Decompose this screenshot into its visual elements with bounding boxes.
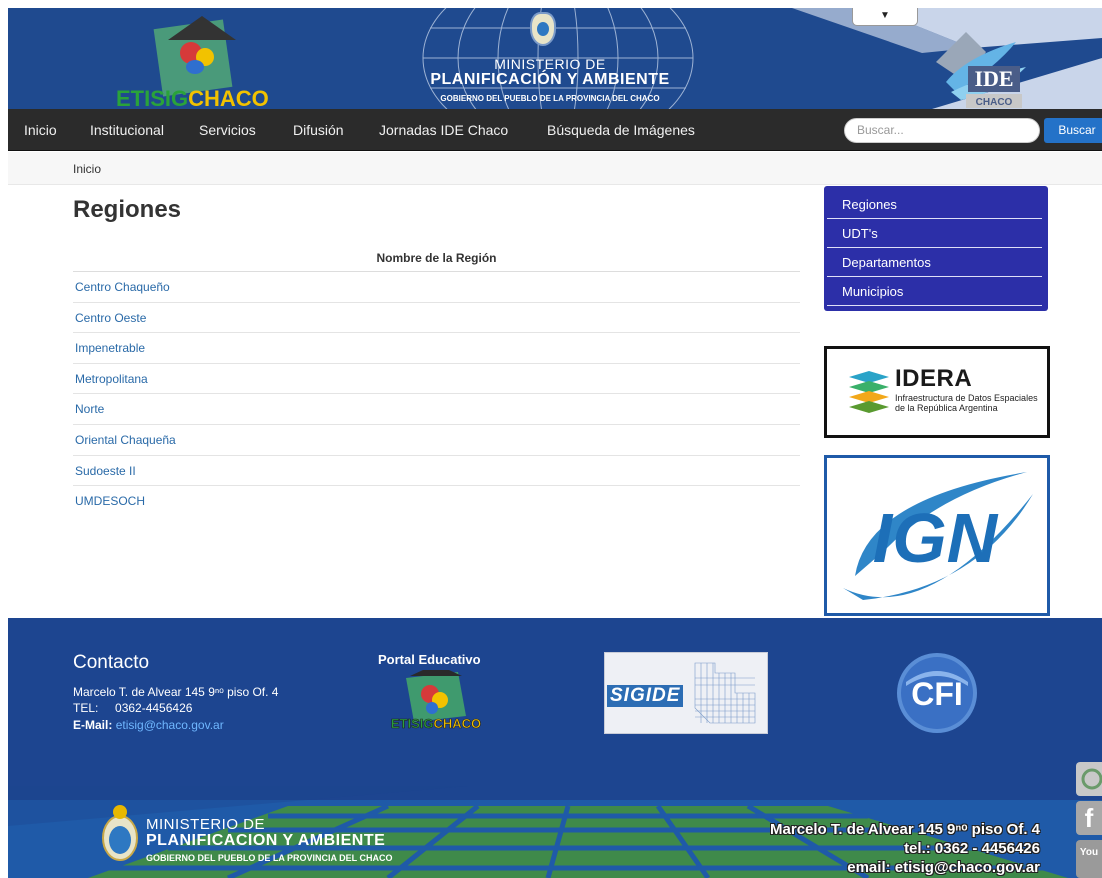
facebook-glyph: f	[1084, 803, 1094, 833]
bottom-address: Marcelo T. de Alvear 145 9ⁿᵒ piso Of. 4	[770, 821, 1040, 838]
region-link[interactable]: Metropolitana	[73, 364, 800, 395]
sigide-banner[interactable]: SIGIDE	[604, 652, 768, 734]
youtube-icon[interactable]: You	[1076, 840, 1102, 878]
contact-tel: TEL: 0362-4456426	[73, 701, 192, 715]
side-menu-departamentos[interactable]: Departamentos	[827, 248, 1042, 277]
portal-wordmark-etisig: ETISIG	[391, 716, 434, 731]
ign-text: IGN	[873, 499, 999, 577]
search-button[interactable]: Buscar	[1044, 118, 1102, 143]
cfi-text: CFI	[911, 676, 963, 712]
bottom-ministry-line2: PLANIFICACION Y AMBIENTE	[146, 832, 386, 849]
ide-sub-text: CHACO	[976, 97, 1013, 108]
social-ring-icon	[1081, 768, 1102, 790]
sigide-text: SIGIDE	[607, 685, 684, 707]
contact-email-label: E-Mail:	[73, 718, 113, 732]
region-link[interactable]: Sudoeste II	[73, 456, 800, 487]
contact-email-line: E-Mail: etisig@chaco.gov.ar	[73, 718, 224, 732]
idera-banner[interactable]: IDERA Infraestructura de Datos Espaciale…	[824, 346, 1050, 438]
facebook-icon[interactable]: f	[1076, 801, 1102, 835]
breadcrumb-bar: Inicio	[8, 152, 1102, 185]
ministry-line2: PLANIFICACIÓN Y AMBIENTE	[430, 71, 670, 88]
wordmark-chaco: CHACO	[188, 86, 269, 109]
portal-educativo-logo[interactable]: ETISIGCHACO	[380, 670, 492, 732]
youtube-glyph: You	[1079, 847, 1099, 858]
contact-tel-label: TEL:	[73, 701, 99, 715]
portal-wordmark-chaco: CHACO	[433, 716, 481, 731]
portal-educativo-title: Portal Educativo	[378, 652, 481, 667]
bottom-ministry-line1: MINISTERIO DE	[146, 816, 266, 833]
header-dropdown-toggle[interactable]: ▼	[852, 8, 918, 26]
social-other-icon[interactable]	[1076, 762, 1102, 796]
chevron-down-icon: ▼	[880, 10, 890, 21]
idera-layers-icon	[849, 371, 889, 413]
etisig-chaco-wordmark: ETISIGCHACO	[116, 86, 269, 109]
nav-item-institucional[interactable]: Institucional	[90, 109, 164, 151]
main-navigation: Inicio Institucional Servicios Difusión …	[8, 109, 1102, 151]
nav-item-jornadas[interactable]: Jornadas IDE Chaco	[379, 109, 508, 151]
idera-subtitle-2: de la República Argentina	[895, 403, 998, 413]
breadcrumb-inicio[interactable]: Inicio	[73, 162, 101, 176]
side-menu-municipios[interactable]: Municipios	[827, 277, 1042, 306]
region-link[interactable]: Centro Oeste	[73, 303, 800, 334]
wordmark-etisig: ETISIG	[116, 86, 189, 109]
page-title: Regiones	[73, 196, 182, 223]
bottom-tel: tel.: 0362 - 4456426	[904, 840, 1040, 857]
ign-banner[interactable]: IGN	[824, 455, 1050, 616]
cfi-logo[interactable]: CFI	[896, 652, 978, 734]
region-link[interactable]: UMDESOCH	[73, 486, 800, 517]
site-header: ETISIGCHACO MINISTERIO DE PLANIFICACIÓN …	[8, 8, 1102, 109]
nav-item-busqueda-imagenes[interactable]: Búsqueda de Imágenes	[547, 109, 695, 151]
coat-of-arms-icon	[530, 12, 556, 46]
ide-text: IDE	[974, 66, 1013, 91]
ministry-line1: MINISTERIO DE	[494, 56, 606, 72]
side-menu: Regiones UDT's Departamentos Municipios	[824, 186, 1048, 311]
ministry-line3: GOBIERNO DEL PUEBLO DE LA PROVINCIA DEL …	[440, 94, 660, 103]
logo-roof	[168, 16, 236, 40]
contact-email-link[interactable]: etisig@chaco.gov.ar	[116, 718, 224, 732]
ign-logo: IGN	[843, 472, 1033, 600]
idera-subtitle-1: Infraestructura de Datos Espaciales	[895, 393, 1038, 403]
main-content: Regiones Nombre de la Región Centro Chaq…	[8, 186, 1102, 618]
idera-title: IDERA	[895, 365, 973, 392]
regions-table: Nombre de la Región Centro Chaqueño Cent…	[73, 244, 800, 517]
coat-of-arms-icon	[102, 805, 138, 861]
side-menu-udts[interactable]: UDT's	[827, 219, 1042, 248]
contact-tel-value: 0362-4456426	[115, 701, 193, 715]
region-link[interactable]: Centro Chaqueño	[73, 272, 800, 303]
region-link[interactable]: Oriental Chaqueña	[73, 425, 800, 456]
bottom-banner: MINISTERIO DE PLANIFICACION Y AMBIENTE G…	[8, 786, 1102, 878]
ministry-header: MINISTERIO DE PLANIFICACIÓN Y AMBIENTE G…	[410, 8, 690, 109]
contact-title: Contacto	[73, 652, 150, 673]
svg-text:ETISIGCHACO: ETISIGCHACO	[391, 716, 481, 731]
side-menu-regiones[interactable]: Regiones	[827, 190, 1042, 219]
bottom-ministry-line3: GOBIERNO DEL PUEBLO DE LA PROVINCIA DEL …	[146, 853, 393, 863]
table-header: Nombre de la Región	[73, 244, 800, 272]
search-input[interactable]: Buscar...	[844, 118, 1040, 143]
etisig-chaco-logo[interactable]: ETISIGCHACO	[116, 16, 298, 109]
region-link[interactable]: Norte	[73, 394, 800, 425]
ide-chaco-logo[interactable]: IDE CHACO	[926, 22, 1036, 109]
footer-contact: Contacto Marcelo T. de Alvear 145 9ⁿᵒ pi…	[8, 618, 1102, 786]
region-link[interactable]: Impenetrable	[73, 333, 800, 364]
nav-item-difusion[interactable]: Difusión	[293, 109, 344, 151]
hand-blue-icon	[186, 60, 204, 74]
nav-item-inicio[interactable]: Inicio	[24, 109, 57, 151]
bottom-email: email: etisig@chaco.gov.ar	[847, 859, 1040, 876]
contact-address: Marcelo T. de Alvear 145 9ⁿᵒ piso Of. 4	[73, 685, 279, 699]
nav-item-servicios[interactable]: Servicios	[199, 109, 256, 151]
